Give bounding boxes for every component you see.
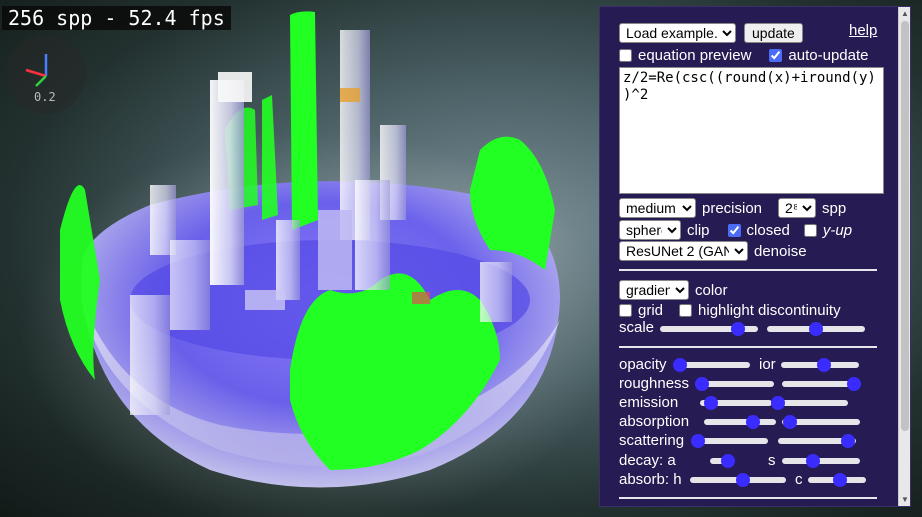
glass-bar: [218, 72, 252, 102]
divider: [619, 269, 877, 271]
slider-thumb[interactable]: [841, 434, 856, 448]
scale-slider-2[interactable]: [767, 322, 865, 336]
slider-thumb[interactable]: [782, 415, 797, 429]
scattering-slider-2[interactable]: [778, 434, 856, 448]
accent-highlight: [340, 88, 360, 102]
panel-scrollbar[interactable]: ▲ ▼: [898, 7, 910, 506]
slider-track[interactable]: [680, 362, 750, 368]
axes-scale-label: 0.2: [34, 90, 56, 104]
auto-update-label: auto-update: [788, 47, 869, 64]
slider-thumb[interactable]: [745, 415, 760, 429]
opacity-label: opacity: [619, 356, 667, 373]
precision-select[interactable]: medium: [619, 198, 696, 218]
highlight-label: highlight discontinuity: [698, 302, 841, 319]
scale-slider-1[interactable]: [660, 322, 758, 336]
roughness-slider-2[interactable]: [782, 377, 861, 391]
update-button[interactable]: update: [744, 23, 803, 43]
decay-a-label: decay: a: [619, 452, 676, 469]
glass-bar: [318, 210, 352, 290]
emission-slider[interactable]: [700, 396, 772, 410]
denoise-label: denoise: [754, 242, 807, 260]
absorb-h-slider[interactable]: [690, 473, 786, 487]
equation-input[interactable]: [619, 67, 884, 194]
absorption-slider-2[interactable]: [782, 415, 860, 429]
glass-bar: [210, 80, 244, 285]
spp-select[interactable]: 2⁸: [778, 198, 817, 218]
y-up-label: y-up: [822, 221, 853, 239]
decay-a-slider[interactable]: [710, 454, 735, 468]
clip-label: clip: [687, 221, 710, 239]
glass-bar: [276, 220, 300, 300]
divider: [619, 346, 877, 348]
closed-checkbox[interactable]: [727, 223, 741, 237]
absorption-slider[interactable]: [704, 415, 776, 429]
absorb-h-label: absorb: h: [619, 471, 682, 488]
slider-thumb[interactable]: [691, 434, 705, 448]
slider-track[interactable]: [782, 458, 860, 464]
slider-thumb[interactable]: [806, 454, 821, 468]
spp-label: spp: [822, 199, 847, 217]
slider-thumb[interactable]: [809, 322, 823, 336]
glass-bar: [130, 295, 170, 415]
closed-label: closed: [746, 221, 790, 239]
denoise-select[interactable]: ResUNet 2 (GAN): [619, 241, 748, 261]
decay-s-label: s: [768, 452, 776, 469]
slider-track[interactable]: [782, 381, 854, 387]
glass-bar: [170, 240, 210, 330]
roughness-slider[interactable]: [695, 377, 774, 391]
slider-thumb[interactable]: [735, 473, 750, 487]
color-select[interactable]: gradient: [619, 280, 689, 300]
grid-label: grid: [638, 302, 664, 319]
scattering-slider[interactable]: [691, 434, 768, 448]
absorb-c-slider[interactable]: [808, 473, 866, 487]
ior-label: ior: [759, 356, 776, 373]
example-select[interactable]: Load example...: [619, 23, 736, 43]
scattering-label: scattering: [619, 432, 685, 449]
render-stats: 256 spp - 52.4 fps: [2, 6, 231, 30]
scroll-thumb[interactable]: [901, 21, 909, 431]
slider-track[interactable]: [778, 400, 848, 406]
control-panel: Load example... update help equation pre…: [599, 6, 911, 507]
slider-thumb[interactable]: [731, 322, 746, 336]
slider-thumb[interactable]: [695, 377, 709, 391]
help-link[interactable]: help: [849, 22, 877, 39]
glass-bar: [480, 262, 512, 322]
absorb-c-label: c: [795, 471, 803, 488]
glass-bar: [245, 290, 285, 310]
accent-highlight: [412, 292, 430, 304]
decay-s-slider[interactable]: [782, 454, 860, 468]
slider-thumb[interactable]: [703, 396, 718, 410]
clip-select[interactable]: sphere: [619, 220, 681, 240]
y-up-checkbox[interactable]: [803, 223, 817, 237]
slider-track[interactable]: [702, 381, 774, 387]
divider: [619, 497, 877, 499]
roughness-label: roughness: [619, 375, 690, 392]
slider-thumb[interactable]: [721, 454, 735, 468]
scroll-up-icon[interactable]: ▲: [901, 9, 909, 18]
ior-slider[interactable]: [781, 358, 859, 372]
equation-preview-label: equation preview: [638, 47, 752, 64]
slider-thumb[interactable]: [771, 396, 785, 410]
slider-track[interactable]: [704, 419, 776, 425]
absorption-label: absorption: [619, 413, 690, 430]
opacity-slider[interactable]: [673, 358, 750, 372]
emission-label: emission: [619, 394, 679, 411]
slider-thumb[interactable]: [816, 358, 831, 372]
glass-bar: [355, 180, 390, 290]
emission-slider-2[interactable]: [771, 396, 848, 410]
slider-thumb[interactable]: [673, 358, 687, 372]
slider-thumb[interactable]: [832, 473, 847, 487]
color-label: color: [695, 281, 728, 299]
scroll-down-icon[interactable]: ▼: [901, 495, 909, 504]
precision-label: precision: [702, 199, 763, 217]
slider-track[interactable]: [698, 438, 768, 444]
slider-thumb[interactable]: [847, 377, 861, 391]
equation-preview-checkbox[interactable]: [619, 49, 632, 62]
green-surface-center: [290, 11, 318, 230]
grid-checkbox[interactable]: [619, 304, 632, 317]
auto-update-checkbox[interactable]: [769, 49, 783, 62]
highlight-checkbox[interactable]: [679, 304, 693, 317]
scale-label: scale: [619, 319, 655, 336]
